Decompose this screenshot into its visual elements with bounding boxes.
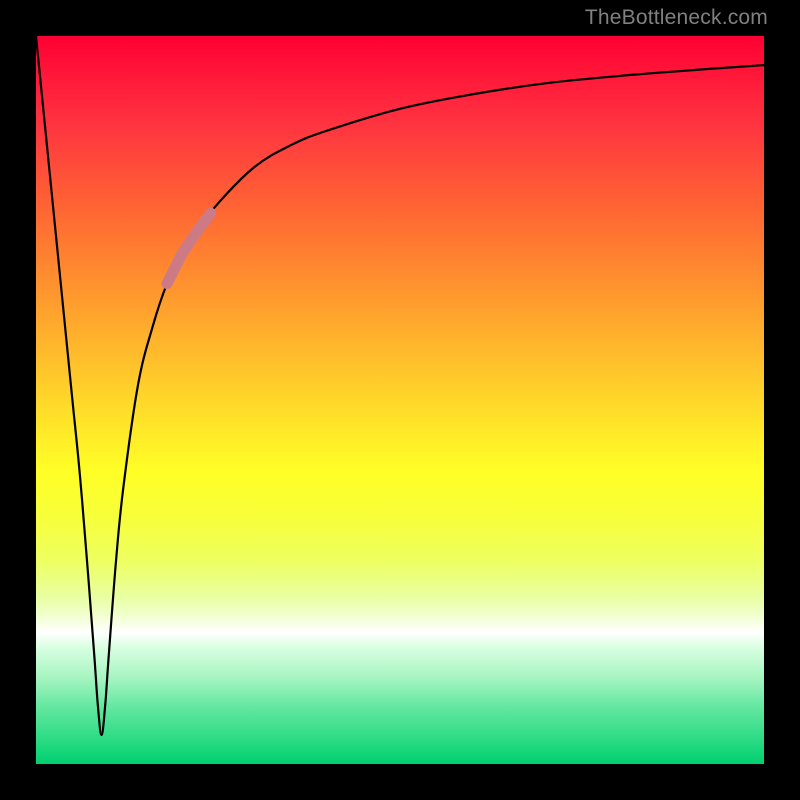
highlight-segment	[167, 213, 211, 283]
curve-svg	[36, 36, 764, 764]
plot-area	[36, 36, 764, 764]
watermark-text: TheBottleneck.com	[585, 6, 768, 30]
bottleneck-curve	[36, 36, 764, 735]
curve-group	[36, 36, 764, 735]
chart-stage: TheBottleneck.com	[0, 0, 800, 800]
